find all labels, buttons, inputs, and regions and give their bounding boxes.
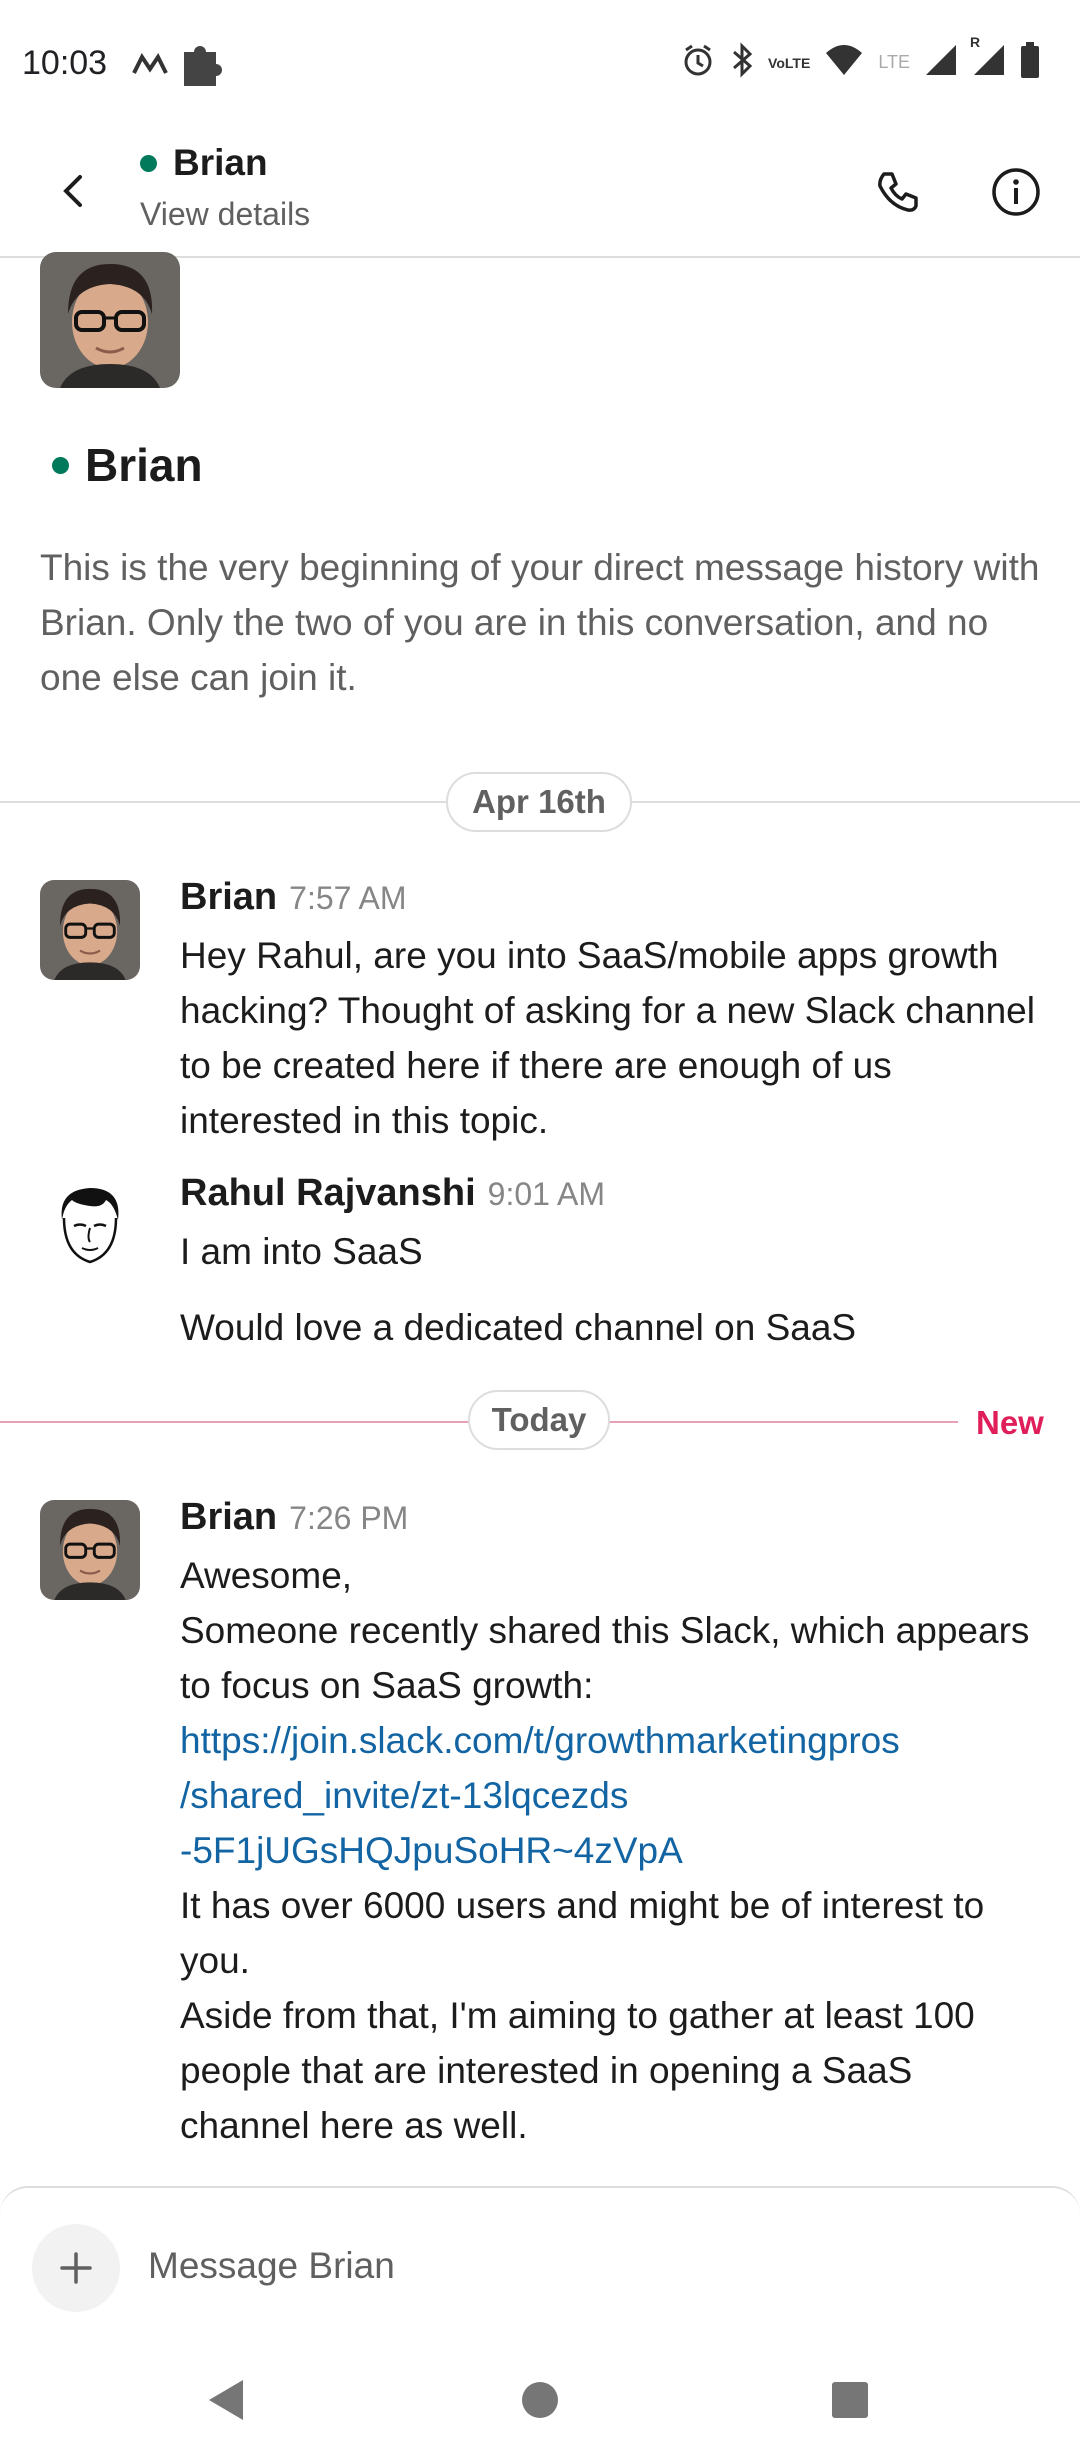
wifi-icon [824,43,864,82]
message-line: It has over 6000 users and might be of i… [180,1885,985,1981]
message-link[interactable]: https://join.slack.com/t/growthmarketing… [180,1713,1050,1878]
message-text: Would love a dedicated channel on SaaS [180,1307,857,1348]
intro-text: This is the very beginning of your direc… [40,547,1040,698]
info-icon [992,168,1040,216]
message-meta: Brian 7:26 PM [180,1496,408,1539]
volte-icon: VoLTE [768,56,810,70]
add-attachment-button[interactable] [32,2224,120,2312]
square-recents-icon [832,2382,868,2418]
circle-home-icon [522,2382,558,2418]
phone-icon [878,172,918,212]
new-messages-label: New [976,1404,1044,1441]
triangle-back-icon [209,2380,243,2420]
message-line: Awesome, [180,1555,353,1596]
bluetooth-icon [730,42,754,83]
lte-label: LTE [878,52,910,72]
volte-text: VoLTE [768,54,811,71]
avatar[interactable] [40,1176,140,1276]
back-button[interactable] [48,166,98,216]
message-meta: Rahul Rajvanshi 9:01 AM [180,1172,605,1215]
avatar[interactable] [40,1500,140,1600]
signal-icon [924,43,958,82]
header-name: Brian [173,142,268,183]
battery-icon [1020,42,1040,83]
puzzle-icon [180,40,224,93]
status-bar: 10:03 VoLTE LTE R [0,0,1080,130]
message-author[interactable]: Brian [180,1496,277,1539]
status-time: 10:03 [22,44,108,82]
header-title[interactable]: Brian [140,142,268,184]
date-divider-apr16[interactable]: Apr 16th [446,772,632,832]
call-button[interactable] [866,160,930,224]
presence-active-icon [140,154,157,172]
message-line: Aside from that, I'm aiming to gather at… [180,1995,975,2146]
avatar[interactable] [40,880,140,980]
message-body: Awesome, Someone recently shared this Sl… [180,1548,1050,2153]
presence-active-icon [52,456,69,474]
message-link-part: https://join.slack.com/t/growthmarketing… [180,1720,900,1761]
signal-roaming-icon: R [970,35,1006,82]
message-line: Someone recently shared this Slack, whic… [180,1610,1030,1706]
view-details-link[interactable]: View details [140,196,310,233]
date-divider-today[interactable]: Today [468,1390,610,1450]
message-text: I am into SaaS [180,1231,423,1272]
message-time: 7:57 AM [289,880,407,916]
message-author[interactable]: Rahul Rajvanshi [180,1172,476,1215]
alarm-icon [680,42,716,83]
plus-icon [60,2252,92,2284]
m-app-icon [130,49,170,84]
intro-name-row: Brian [52,438,203,492]
message-time: 9:01 AM [487,1176,606,1212]
chevron-left-icon [63,175,82,207]
nav-recents-button[interactable] [820,2370,880,2430]
message-input[interactable] [148,2236,1008,2296]
nav-back-button[interactable] [196,2370,256,2430]
info-button[interactable] [984,160,1048,224]
system-nav-bar [0,2340,1080,2460]
status-left-icons [130,40,224,93]
message-link-part: -5F1jUGsHQJpuSoHR~4zVpA [180,1830,683,1871]
conversation-header: Brian View details [0,130,1080,258]
message-meta: Brian 7:57 AM [180,876,407,919]
message-link-part: /shared_invite/zt-13lqcezds [180,1775,629,1816]
message-composer [0,2186,1080,2338]
status-right-icons: VoLTE LTE R [680,35,1040,83]
message-text: Hey Rahul, are you into SaaS/mobile apps… [180,935,1035,1141]
nav-home-button[interactable] [510,2370,570,2430]
message-time: 7:26 PM [289,1500,409,1536]
intro-avatar[interactable] [40,252,180,388]
roaming-text: R [970,34,981,50]
message-author[interactable]: Brian [180,876,277,919]
intro-name: Brian [85,439,203,491]
